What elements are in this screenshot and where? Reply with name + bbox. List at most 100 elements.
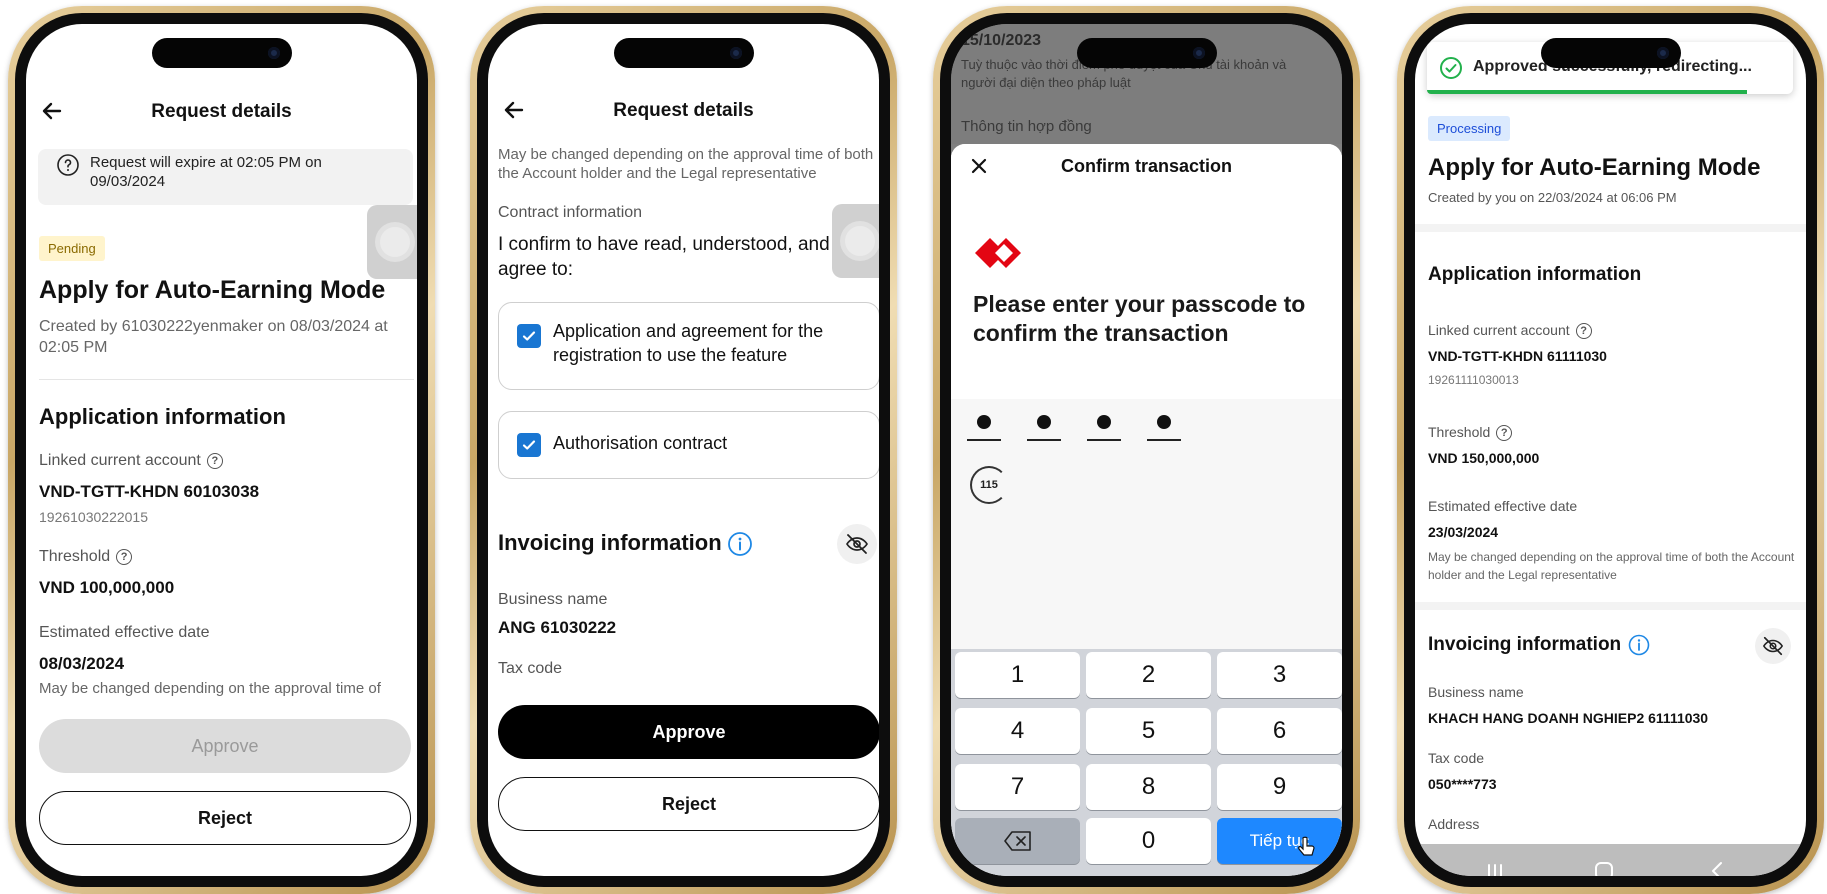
dynamic-island	[1076, 38, 1217, 68]
passcode-slot	[1147, 407, 1181, 441]
backspace-key[interactable]	[955, 818, 1080, 864]
info-icon[interactable]	[727, 531, 753, 557]
section-title: Application information	[39, 404, 286, 429]
cursor-hand-icon	[1298, 836, 1315, 856]
agreement-card-2[interactable]: Authorisation contract	[498, 411, 879, 479]
key-5[interactable]: 5	[1086, 708, 1211, 754]
dynamic-island	[1540, 38, 1681, 68]
request-title: Apply for Auto-Earning Mode	[1428, 154, 1761, 181]
header-title: Request details	[151, 101, 292, 122]
passcode-slot	[1027, 407, 1061, 441]
expire-notice-text: Request will expire at 02:05 PM on 09/03…	[90, 154, 322, 190]
effective-date-value: 08/03/2024	[39, 654, 125, 673]
screen-request-processing: Approved successfully, redirecting... Pr…	[1415, 24, 1806, 876]
key-9[interactable]: 9	[1217, 764, 1342, 810]
threshold-value: VND 150,000,000	[1428, 450, 1540, 466]
linked-account-label: Linked current account?	[39, 452, 223, 470]
effective-date-note: May be changed depending on the approval…	[39, 680, 381, 697]
hide-eye-button[interactable]	[837, 524, 877, 564]
linked-account-number: 19261030222015	[39, 509, 149, 525]
approve-button[interactable]: Approve	[39, 719, 411, 773]
effective-date-value: 23/03/2024	[1428, 524, 1499, 540]
checkbox-checked-icon[interactable]	[517, 324, 541, 348]
request-title: Apply for Auto-Earning Mode	[39, 276, 386, 304]
screen-request-details-pending: Request details Request will expire at 0…	[26, 24, 417, 876]
expire-notice-card: Request will expire at 02:05 PM on 09/03…	[38, 149, 413, 205]
linked-account-value: VND-TGTT-KHDN 61111030	[1428, 348, 1607, 364]
continue-key[interactable]: Tiếp tục	[1217, 818, 1342, 864]
section-title: Application information	[1428, 264, 1642, 285]
question-icon[interactable]: ?	[1575, 323, 1592, 340]
status-badge: Pending	[39, 236, 105, 261]
linked-account-number: 19261111030013	[1428, 373, 1519, 387]
phone-2: Request details May be changed depending…	[470, 6, 897, 894]
check-circle-icon	[1440, 57, 1462, 79]
divider	[1415, 224, 1806, 232]
question-icon[interactable]: ?	[1496, 425, 1513, 442]
screen-request-details-contract: Request details May be changed depending…	[488, 24, 879, 876]
threshold-value: VND 100,000,000	[39, 578, 175, 597]
question-icon[interactable]: ?	[206, 452, 223, 469]
back-icon[interactable]	[1710, 861, 1724, 876]
linked-account-value: VND-TGTT-KHDN 60103038	[39, 482, 260, 501]
toast-progress	[1427, 90, 1747, 94]
contract-info-label: Contract information	[498, 204, 643, 221]
business-name-label: Business name	[1428, 684, 1524, 700]
effective-date-label: Estimated effective date	[1428, 498, 1578, 514]
assistive-touch-button[interactable]	[832, 204, 879, 278]
header-title: Request details	[613, 100, 754, 121]
bg-date: 15/10/2023	[961, 32, 1042, 49]
key-0[interactable]: 0	[1086, 818, 1211, 864]
home-icon[interactable]	[1593, 860, 1615, 876]
created-by-text: Created by you on 22/03/2024 at 06:06 PM	[1428, 190, 1677, 205]
tax-code-label: Tax code	[498, 660, 563, 677]
dynamic-island	[613, 38, 754, 68]
assistive-touch-button[interactable]	[367, 205, 417, 279]
reject-button[interactable]: Reject	[498, 777, 879, 831]
eye-off-icon	[846, 534, 868, 554]
tax-code-label: Tax code	[1428, 750, 1485, 766]
sheet-title: Confirm transaction	[1060, 156, 1233, 176]
bg-section: Thông tin hợp đồng	[961, 118, 1092, 135]
eye-off-icon	[1762, 636, 1784, 656]
effective-date-note: May be changed depending on the approval…	[1428, 550, 1795, 582]
dynamic-island	[151, 38, 292, 68]
stage: Request details Request will expire at 0…	[0, 0, 1827, 894]
threshold-label: Threshold?	[1428, 424, 1513, 442]
business-name-value: KHACH HANG DOANH NGHIEP2 61111030	[1428, 710, 1709, 726]
confirm-text: I confirm to have read, understood, and …	[498, 234, 830, 280]
key-7[interactable]: 7	[955, 764, 1080, 810]
key-2[interactable]: 2	[1086, 652, 1211, 698]
phone-4: Approved successfully, redirecting... Pr…	[1397, 6, 1824, 894]
system-nav-bar	[1415, 844, 1806, 876]
hide-eye-button[interactable]	[1755, 628, 1791, 664]
business-name-value: ANG 61030222	[498, 618, 617, 637]
recent-apps-icon[interactable]	[1485, 862, 1505, 876]
status-badge: Processing	[1428, 116, 1511, 141]
checkbox-checked-icon[interactable]	[517, 433, 541, 457]
reject-button[interactable]: Reject	[39, 791, 411, 845]
tax-code-value: 050****773	[1428, 776, 1497, 792]
info-icon[interactable]	[1628, 634, 1650, 656]
invoicing-title: Invoicing information	[1428, 634, 1622, 655]
question-icon[interactable]: ?	[116, 548, 133, 565]
linked-account-label: Linked current account?	[1428, 322, 1592, 340]
key-4[interactable]: 4	[955, 708, 1080, 754]
passcode-slot	[967, 407, 1001, 441]
invoicing-title: Invoicing information	[498, 530, 722, 555]
key-3[interactable]: 3	[1217, 652, 1342, 698]
key-6[interactable]: 6	[1217, 708, 1342, 754]
effective-date-label: Estimated effective date	[39, 624, 210, 641]
key-1[interactable]: 1	[955, 652, 1080, 698]
bank-logo-icon	[975, 238, 1021, 268]
agreement-card-1[interactable]: Application and agreement for the regist…	[498, 302, 879, 390]
divider	[1415, 602, 1806, 610]
passcode-prompt: Please enter your passcode to confirm th…	[973, 291, 1306, 346]
address-label: Address	[1428, 816, 1480, 832]
phone-3: 15/10/2023 Tuỳ thuộc vào thời điểm phê d…	[933, 6, 1360, 894]
phone-1: Request details Request will expire at 0…	[8, 6, 435, 894]
countdown-timer: 115	[970, 466, 1008, 504]
approve-button[interactable]: Approve	[498, 705, 879, 759]
approval-note: May be changed depending on the approval…	[498, 146, 874, 181]
key-8[interactable]: 8	[1086, 764, 1211, 810]
